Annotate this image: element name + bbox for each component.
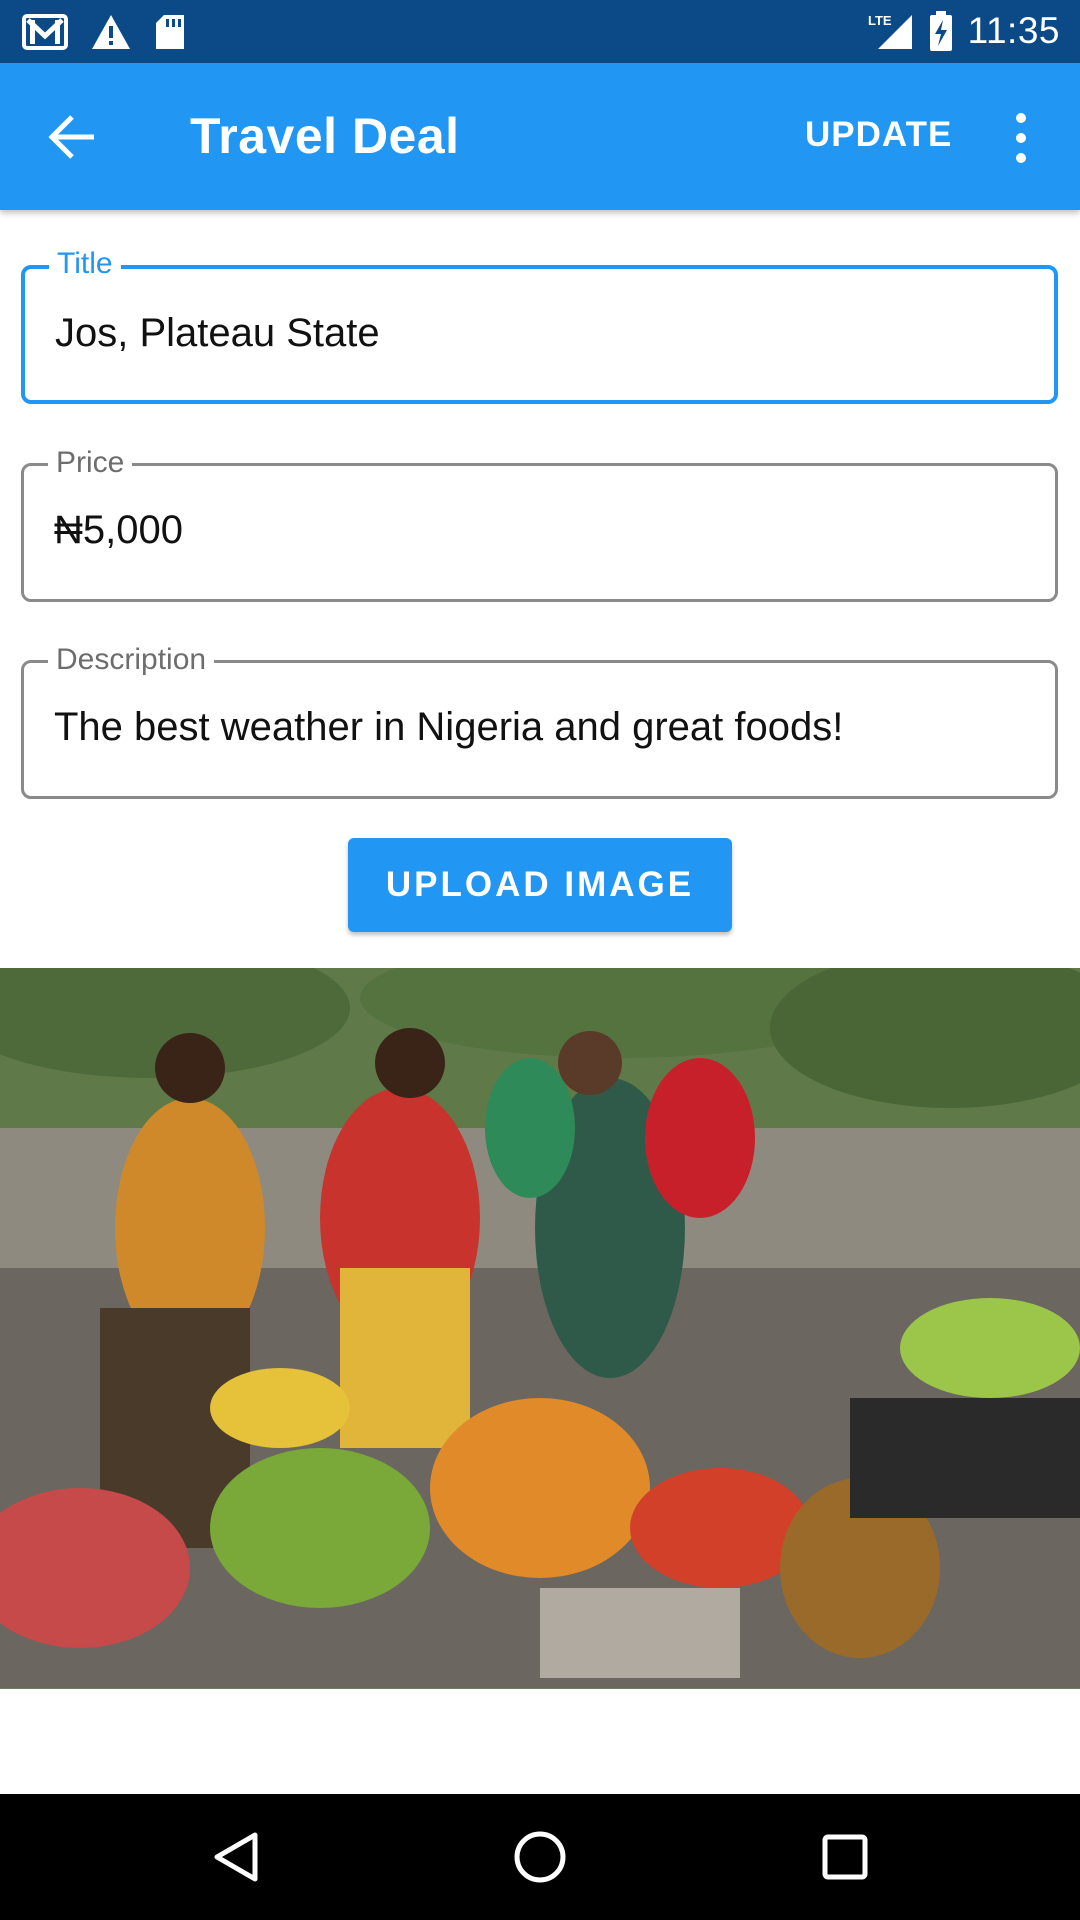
price-field-value[interactable]: ₦5,000	[54, 508, 183, 553]
description-field-label: Description	[48, 641, 215, 679]
gmail-icon	[22, 12, 68, 52]
recents-square-icon[interactable]	[815, 1827, 875, 1887]
clock: 11:35	[967, 10, 1060, 51]
app-bar: Travel Deal UPDATE	[0, 63, 1080, 210]
update-button[interactable]: UPDATE	[805, 115, 952, 155]
system-status: LTE 11:35	[866, 6, 1060, 56]
description-field[interactable]: Description The best weather in Nigeria …	[21, 641, 1058, 799]
home-circle-icon[interactable]	[510, 1827, 570, 1887]
signal-icon: LTE	[866, 11, 914, 51]
status-bar: LTE 11:35	[0, 0, 1080, 63]
warning-icon	[90, 13, 132, 51]
price-field[interactable]: Price ₦5,000	[21, 444, 1058, 602]
battery-charging-icon	[928, 10, 954, 52]
deal-image	[0, 968, 1080, 1689]
arrow-back-icon[interactable]	[44, 109, 104, 165]
price-field-label: Price	[48, 444, 133, 482]
page-title: Travel Deal	[190, 108, 460, 164]
title-field-label: Title	[49, 245, 121, 283]
network-type-label: LTE	[868, 13, 892, 28]
upload-image-button[interactable]: UPLOAD IMAGE	[348, 838, 732, 932]
sd-card-icon	[154, 13, 186, 51]
navigation-bar	[0, 1794, 1080, 1920]
more-vert-icon[interactable]	[1006, 111, 1036, 165]
title-field[interactable]: Title Jos, Plateau State	[21, 245, 1058, 404]
back-triangle-icon[interactable]	[205, 1827, 265, 1887]
notification-icons	[22, 10, 186, 54]
description-field-value[interactable]: The best weather in Nigeria and great fo…	[54, 705, 843, 750]
title-field-value[interactable]: Jos, Plateau State	[55, 311, 380, 356]
